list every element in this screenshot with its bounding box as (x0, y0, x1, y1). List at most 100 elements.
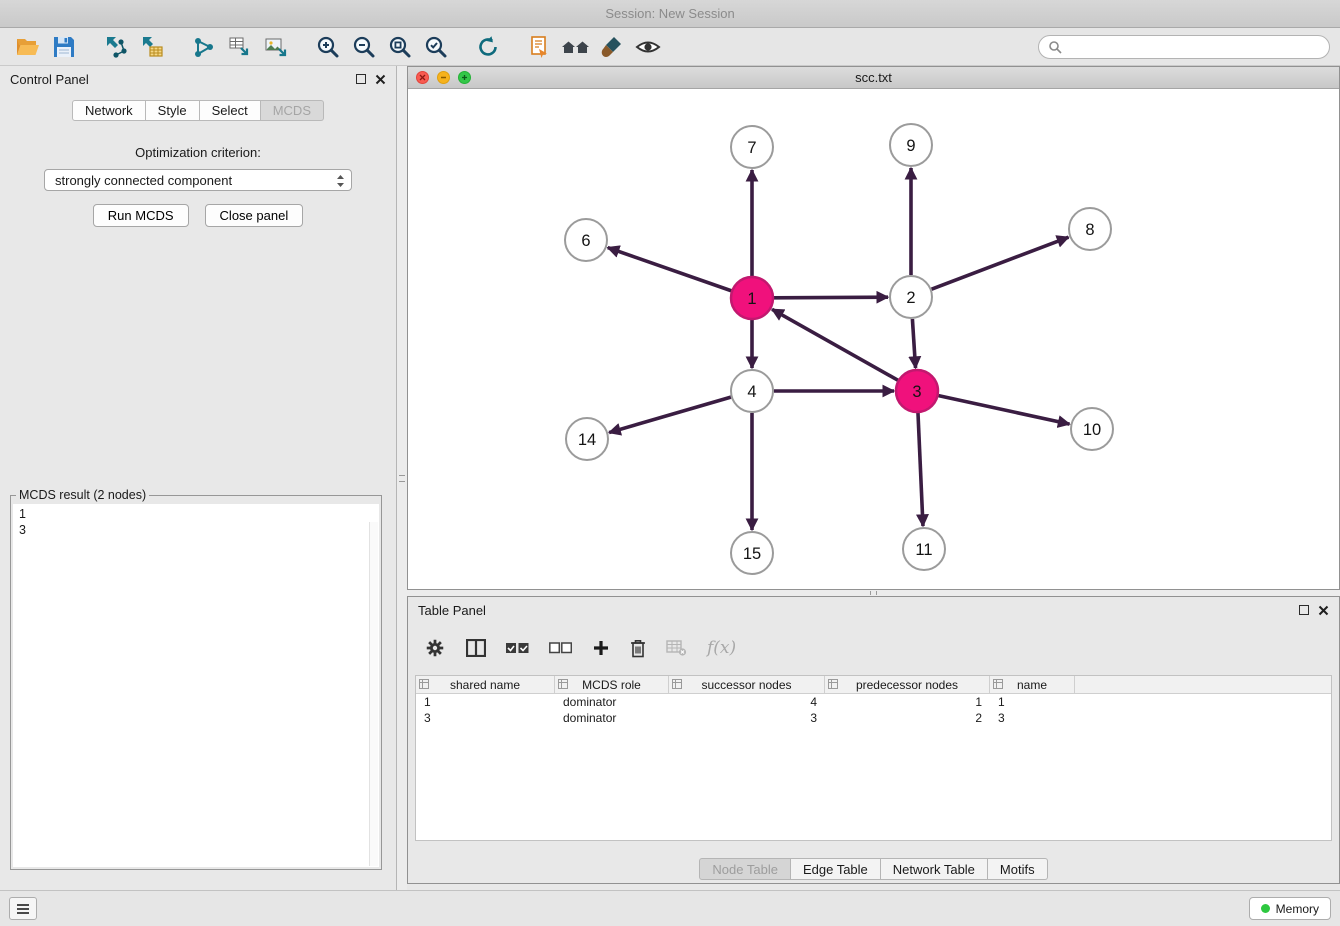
export-network-icon[interactable] (222, 30, 258, 64)
window-titlebar: Session: New Session (0, 0, 1340, 28)
table-tab-edge-table[interactable]: Edge Table (791, 858, 881, 880)
selected-criterion-value: strongly connected component (55, 173, 232, 188)
graph-node-15[interactable]: 15 (731, 532, 773, 574)
result-scrollbar[interactable] (369, 522, 378, 866)
column-header-successor-nodes[interactable]: successor nodes (669, 676, 825, 693)
search-input[interactable] (1068, 39, 1320, 54)
column-header-shared-name[interactable]: shared name (416, 676, 555, 693)
tab-style[interactable]: Style (146, 100, 200, 121)
panel-list-button[interactable] (9, 897, 37, 920)
search-box[interactable] (1038, 35, 1330, 59)
graph-edge-1-6[interactable] (608, 248, 732, 291)
memory-button-label: Memory (1276, 902, 1319, 916)
table-cell: 4 (669, 695, 825, 709)
optimization-criterion-select[interactable]: strongly connected component (44, 169, 352, 191)
tab-network[interactable]: Network (72, 100, 146, 121)
open-session-icon[interactable] (10, 30, 46, 64)
table-cell: dominator (555, 695, 669, 709)
column-attribute-icon (828, 679, 838, 689)
graph-node-6[interactable]: 6 (565, 219, 607, 261)
table-tab-motifs[interactable]: Motifs (988, 858, 1048, 880)
select-all-checkboxes-icon[interactable] (506, 642, 529, 654)
close-panel-icon[interactable] (375, 74, 386, 85)
optimization-criterion-label: Optimization criterion: (0, 145, 396, 160)
table-tab-node-table[interactable]: Node Table (699, 858, 791, 880)
table-tab-network-table[interactable]: Network Table (881, 858, 988, 880)
table-cell: 3 (669, 711, 825, 725)
graph-node-7[interactable]: 7 (731, 126, 773, 168)
zoom-in-icon[interactable] (310, 30, 346, 64)
graph-edge-1-2[interactable] (774, 297, 888, 298)
svg-text:11: 11 (915, 541, 932, 559)
export-image-icon[interactable] (258, 30, 294, 64)
graph-edge-3-11[interactable] (918, 413, 923, 526)
delete-table-icon[interactable] (666, 640, 687, 656)
svg-text:15: 15 (743, 545, 761, 563)
graph-edge-3-10[interactable] (938, 396, 1069, 424)
table-row[interactable]: 3dominator323 (416, 710, 1331, 726)
column-header-name[interactable]: name (990, 676, 1075, 693)
mcds-buttons-row: Run MCDS Close panel (0, 204, 396, 227)
minimize-window-button[interactable] (437, 71, 450, 84)
mcds-result-value: 3 (19, 522, 365, 538)
graph-edge-3-1[interactable] (772, 309, 898, 380)
run-mcds-button[interactable]: Run MCDS (93, 204, 189, 227)
column-header-mcds-role[interactable]: MCDS role (555, 676, 669, 693)
graph-node-3[interactable]: 3 (896, 370, 938, 412)
tab-mcds[interactable]: MCDS (261, 100, 324, 121)
table-cell: dominator (555, 711, 669, 725)
graph-edge-2-8[interactable] (932, 237, 1069, 289)
graph-edge-2-3[interactable] (912, 319, 915, 368)
table-panel-header: Table Panel (408, 597, 1339, 623)
column-header-label: shared name (450, 678, 520, 692)
mcds-result-box: MCDS result (2 nodes) 13 (10, 488, 382, 870)
table-toolbar: f(x) (408, 623, 1339, 673)
home-icon[interactable] (558, 30, 594, 64)
gear-icon[interactable] (424, 637, 446, 659)
table-panel-float-icon[interactable] (1299, 605, 1309, 615)
column-header-label: name (1017, 678, 1047, 692)
column-header-predecessor-nodes[interactable]: predecessor nodes (825, 676, 990, 693)
table-panel: Table Panel f(x) shared nameMCDS rolesu (407, 596, 1340, 884)
clear-checkboxes-icon[interactable] (549, 642, 572, 654)
table-panel-close-icon[interactable] (1318, 605, 1329, 616)
graph-node-9[interactable]: 9 (890, 124, 932, 166)
delete-column-icon[interactable] (630, 639, 646, 658)
add-column-icon[interactable] (592, 639, 610, 657)
show-hide-eye-icon[interactable] (630, 30, 666, 64)
style-brush-icon[interactable] (594, 30, 630, 64)
graph-edge-4-14[interactable] (609, 397, 731, 432)
graph-node-1[interactable]: 1 (731, 277, 773, 319)
graph-node-8[interactable]: 8 (1069, 208, 1111, 250)
table-tabs: Node TableEdge TableNetwork TableMotifs (408, 858, 1339, 880)
maximize-window-button[interactable] (458, 71, 471, 84)
split-view-icon[interactable] (466, 639, 486, 657)
apply-layout-icon[interactable] (470, 30, 506, 64)
float-panel-icon[interactable] (356, 74, 366, 84)
table-row[interactable]: 1dominator411 (416, 694, 1331, 710)
import-table-icon[interactable] (134, 30, 170, 64)
graph-node-11[interactable]: 11 (903, 528, 945, 570)
search-icon (1048, 40, 1062, 54)
close-window-button[interactable] (416, 71, 429, 84)
mcds-result-title: MCDS result (2 nodes) (16, 488, 149, 502)
table-cell: 2 (825, 711, 990, 725)
graph-node-14[interactable]: 14 (566, 418, 608, 460)
zoom-selected-icon[interactable] (418, 30, 454, 64)
graph-node-4[interactable]: 4 (731, 370, 773, 412)
panel-splitter-vertical[interactable] (397, 66, 407, 890)
function-builder-icon[interactable]: f(x) (707, 638, 736, 658)
svg-text:2: 2 (906, 289, 915, 307)
save-session-icon[interactable] (46, 30, 82, 64)
graph-node-2[interactable]: 2 (890, 276, 932, 318)
tab-select[interactable]: Select (200, 100, 261, 121)
open-document-icon[interactable] (522, 30, 558, 64)
import-network-icon[interactable] (98, 30, 134, 64)
graph-node-10[interactable]: 10 (1071, 408, 1113, 450)
memory-button[interactable]: Memory (1249, 897, 1331, 920)
zoom-out-icon[interactable] (346, 30, 382, 64)
close-panel-button[interactable]: Close panel (205, 204, 304, 227)
network-canvas[interactable]: 7 9 6 8 1 2 4 3 14 10 15 11 (408, 89, 1339, 589)
new-network-icon[interactable] (186, 30, 222, 64)
zoom-fit-icon[interactable] (382, 30, 418, 64)
